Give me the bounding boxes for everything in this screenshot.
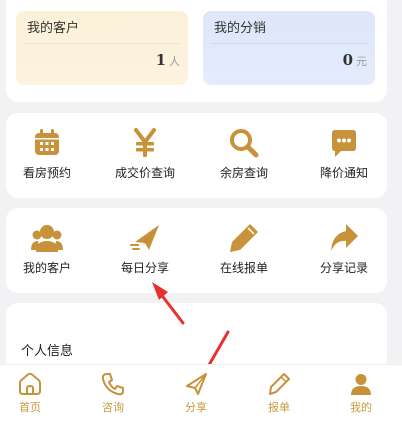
tab-label: 咨询 <box>102 401 124 414</box>
tab-report[interactable]: 报单 <box>239 365 319 436</box>
tab-label: 报单 <box>268 401 290 414</box>
menu-item-my-customers[interactable]: 我的客户 <box>7 208 87 293</box>
users-icon <box>31 225 63 252</box>
services-menu-card: 看房预约 成交价查询 余房查询 降价通知 <box>6 113 387 198</box>
menu-item-label: 成交价查询 <box>114 166 175 180</box>
divider <box>211 43 367 44</box>
menu-item-label: 余房查询 <box>219 166 268 180</box>
tab-mine[interactable]: 我的 <box>321 365 401 436</box>
menu-item-label: 每日分享 <box>120 261 169 275</box>
my-distribution-amount: 0 <box>342 51 353 69</box>
menu-item-daily-share[interactable]: 每日分享 <box>105 208 185 293</box>
menu-item-viewing-appointment[interactable]: 看房预约 <box>7 113 87 198</box>
my-customers-stat[interactable]: 我的客户 1人 <box>16 11 188 85</box>
share-arrow-icon <box>331 224 358 251</box>
divider <box>24 43 180 44</box>
tab-label: 我的 <box>350 401 372 414</box>
menu-item-remaining-units-query[interactable]: 余房查询 <box>204 113 284 198</box>
menu-item-label: 降价通知 <box>319 166 368 180</box>
menu-item-share-records[interactable]: 分享记录 <box>304 208 384 293</box>
home-icon <box>19 372 41 395</box>
my-customers-unit: 人 <box>169 55 180 68</box>
calendar-icon <box>35 129 59 155</box>
my-customers-stat-label: 我的客户 <box>27 21 80 36</box>
menu-item-online-report[interactable]: 在线报单 <box>204 208 284 293</box>
pen-icon <box>269 373 290 395</box>
my-customers-stat-value-wrap: 1人 <box>156 50 180 69</box>
phone-icon <box>101 373 124 396</box>
my-distribution-stat-label: 我的分销 <box>214 21 267 36</box>
search-icon <box>230 129 259 158</box>
bottom-tab-bar: 首页 咨询 分享 报单 我的 <box>0 364 402 436</box>
menu-item-label: 在线报单 <box>219 261 268 275</box>
tab-label: 分享 <box>185 401 207 414</box>
menu-item-price-drop-alert[interactable]: 降价通知 <box>304 113 384 198</box>
menu-item-label: 分享记录 <box>319 261 368 275</box>
paper-plane-icon <box>186 373 207 395</box>
menu-item-label: 我的客户 <box>22 261 71 275</box>
tab-home[interactable]: 首页 <box>0 365 70 436</box>
paper-plane-icon <box>130 225 159 250</box>
menu-item-label: 看房预约 <box>22 166 71 180</box>
personal-info-card: 个人信息 <box>6 303 387 373</box>
yen-icon <box>134 128 156 157</box>
tab-label: 首页 <box>19 401 41 414</box>
my-distribution-stat-value-wrap: 0元 <box>343 50 367 69</box>
stats-card: 我的客户 1人 我的分销 0元 <box>6 0 387 102</box>
tab-consult[interactable]: 咨询 <box>73 365 153 436</box>
my-distribution-stat[interactable]: 我的分销 0元 <box>203 11 375 85</box>
user-icon <box>351 374 371 395</box>
tools-menu-card: 我的客户 每日分享 在线报单 分享记录 <box>6 208 387 293</box>
menu-item-deal-price-query[interactable]: 成交价查询 <box>105 113 185 198</box>
pen-icon <box>230 224 258 252</box>
tab-share[interactable]: 分享 <box>156 365 236 436</box>
my-distribution-unit: 元 <box>356 55 367 68</box>
personal-info-title: 个人信息 <box>21 344 74 359</box>
chat-bubble-icon <box>332 130 356 157</box>
my-customers-count: 1 <box>155 51 166 69</box>
